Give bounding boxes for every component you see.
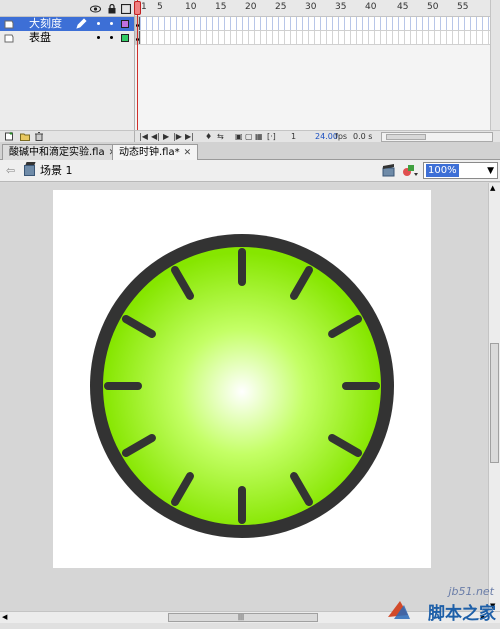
back-arrow-icon[interactable]: ⇦ (6, 164, 15, 178)
zoom-select[interactable]: 100% ▼ (423, 162, 498, 179)
clock-dial[interactable] (103, 247, 381, 525)
center-frame-icon[interactable]: ♦ (205, 132, 212, 142)
last-frame-icon[interactable]: ▶| (185, 132, 194, 142)
frame-label: 25 (275, 2, 287, 12)
fps-label: fps (335, 132, 348, 141)
lock-dot[interactable] (110, 36, 113, 39)
frame-row-big-ticks[interactable] (135, 17, 500, 31)
loop-icon[interactable]: ⇆ (217, 132, 224, 142)
outline-icon[interactable] (120, 3, 131, 14)
zoom-value[interactable]: 100% (426, 164, 459, 177)
frame-label: 15 (215, 2, 227, 12)
frame-label: 35 (335, 2, 347, 12)
scrollbar-grip: ||| (238, 614, 245, 621)
onion-outline-icon[interactable]: ▢ (245, 132, 253, 142)
frame-label: 40 (365, 2, 377, 12)
scrollbar-thumb[interactable] (490, 343, 499, 463)
frames-horizontal-scrollbar[interactable] (381, 132, 493, 142)
first-frame-icon[interactable]: |◀ (139, 132, 148, 142)
layer-row-big-ticks[interactable]: 大刻度 (0, 17, 134, 31)
layer-icon (4, 19, 14, 29)
timeline-controls: |◀ ◀| ▶ |▶ ▶| ♦ ⇆ ▣ ▢ ▦ [·] 1 24.00 fps … (134, 130, 500, 142)
eye-icon[interactable] (90, 3, 101, 14)
frames-area[interactable]: 1 5 10 15 20 25 30 35 40 45 50 55 (134, 0, 500, 130)
document-tabs: 酸碱中和滴定实验.fla ✕ 动态时钟.fla* ✕ (0, 142, 500, 160)
watermark-logo-icon (388, 601, 410, 619)
prev-frame-icon[interactable]: ◀| (151, 132, 160, 142)
tab-label: 酸碱中和滴定实验.fla (9, 146, 105, 158)
frame-label: 20 (245, 2, 257, 12)
timeline-panel: 大刻度 表盘 1 5 10 15 20 25 30 35 40 45 50 55… (0, 0, 500, 142)
elapsed-time: 0.0 s (353, 132, 373, 141)
playhead[interactable] (134, 0, 141, 130)
play-icon[interactable]: ▶ (163, 132, 169, 142)
frame-label: 50 (427, 2, 439, 12)
frame-label: 55 (457, 2, 469, 12)
scroll-left-icon[interactable]: ◀ (2, 613, 7, 621)
frames-vertical-scrollbar[interactable] (490, 0, 500, 130)
playhead-handle[interactable] (134, 1, 141, 15)
frame-label: 30 (305, 2, 317, 12)
frame-row-dial[interactable] (135, 31, 500, 45)
frame-label: 10 (185, 2, 197, 12)
watermark-url: jb51.net (448, 585, 494, 598)
layer-color-box[interactable] (121, 20, 129, 28)
lock-dot[interactable] (110, 22, 113, 25)
tab-acid-base-titration[interactable]: 酸碱中和滴定实验.fla ✕ (2, 144, 124, 160)
pasteboard[interactable] (0, 183, 488, 611)
layer-name[interactable]: 表盘 (29, 31, 51, 45)
scene-icon (24, 165, 35, 176)
layer-color-box[interactable] (121, 34, 129, 42)
layer-name[interactable]: 大刻度 (29, 17, 62, 31)
stage[interactable] (53, 190, 431, 568)
layer-icon (4, 33, 14, 43)
close-icon[interactable]: ✕ (184, 146, 192, 160)
visibility-dot[interactable] (97, 22, 100, 25)
current-frame: 1 (291, 132, 297, 141)
next-frame-icon[interactable]: |▶ (173, 132, 182, 142)
chevron-down-icon[interactable]: ▼ (487, 165, 494, 177)
tab-label: 动态时钟.fla* (119, 146, 180, 158)
scene-name[interactable]: 场景 1 (40, 160, 73, 182)
layer-controls (0, 130, 134, 142)
frame-label: 45 (397, 2, 409, 12)
scroll-up-icon[interactable]: ▲ (490, 184, 495, 192)
onion-markers-icon[interactable]: [·] (267, 132, 276, 142)
layers-panel: 大刻度 表盘 (0, 17, 134, 130)
frame-label: 5 (157, 2, 163, 12)
watermark: jb51.net 脚本之家 (386, 585, 500, 629)
frame-ruler[interactable]: 1 5 10 15 20 25 30 35 40 45 50 55 (135, 0, 500, 17)
layer-row-dial[interactable]: 表盘 (0, 31, 134, 45)
stage-vertical-scrollbar[interactable]: ▲ ▼ (488, 183, 500, 611)
clock-face[interactable] (53, 190, 431, 568)
onion-skin-icon[interactable]: ▣ (235, 132, 243, 142)
visibility-dot[interactable] (97, 36, 100, 39)
edit-bar: ⇦ 场景 1 100% ▼ (0, 160, 500, 182)
edit-symbols-icon[interactable] (402, 163, 420, 177)
edit-multiple-icon[interactable]: ▦ (255, 132, 263, 142)
scrollbar-thumb[interactable] (386, 134, 426, 140)
lock-icon[interactable] (106, 3, 117, 14)
layer-header (0, 0, 134, 17)
watermark-name: 脚本之家 (428, 604, 496, 624)
frame-label: 1 (141, 2, 147, 12)
tab-dynamic-clock[interactable]: 动态时钟.fla* ✕ (112, 144, 199, 160)
edit-scene-icon[interactable] (382, 163, 396, 177)
